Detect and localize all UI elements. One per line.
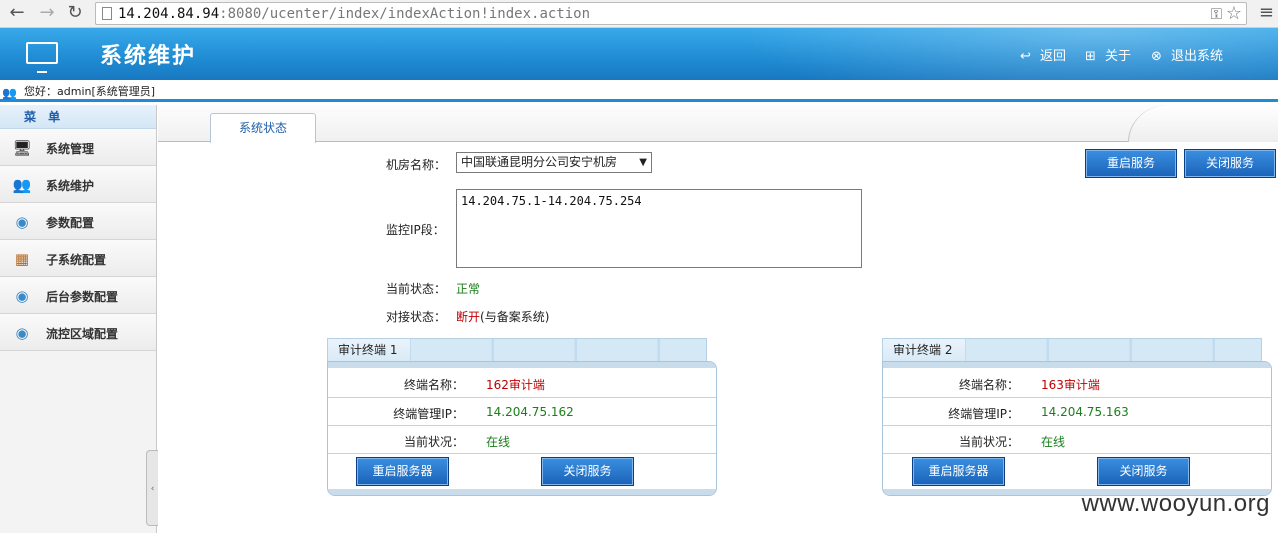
current-status-label: 当前状态： [386,282,447,296]
monitor-icon: 🖥 [12,139,32,157]
disc-icon: ◉ [15,287,29,305]
current-status-value: 正常 [456,282,481,296]
disc-icon: ◉ [15,324,29,342]
key-icon[interactable]: ⚿ [1211,5,1222,23]
sidebar-item-flow-control-config[interactable]: ◉ 流控区域配置 [0,314,156,351]
link-status-suffix: (与备案系统) [480,310,550,324]
sidebar-item-parameter-config[interactable]: ◉ 参数配置 [0,203,156,240]
sidebar-item-backend-param-config[interactable]: ◉ 后台参数配置 [0,277,156,314]
sidebar-item-system-maintenance[interactable]: 👥 系统维护 [0,166,156,203]
terminal-panel-2: 审计终端 2 终端名称： 163审计端 终端管理IP： 14.204.75.16… [882,338,1272,500]
toolbox-icon: ▦ [14,250,30,268]
about-link[interactable]: ⊞ 关于 [1085,45,1131,64]
address-bar[interactable]: 14.204.84.94:8080/ucenter/index/indexAct… [95,2,1247,25]
ip-range-textarea[interactable]: 14.204.75.1-14.204.75.254 [456,189,862,268]
table-row: 终端名称： 163审计端 [958,378,1100,392]
sidebar: 菜 单 🖥 系统管理 👥 系统维护 ◉ 参数配置 ▦ 子系统配置 ◉ 后台参数配… [0,105,157,533]
ip-range-label: 监控IP段： [386,223,445,237]
sidebar-item-system-management[interactable]: 🖥 系统管理 [0,129,156,166]
room-name-label: 机房名称： [386,158,447,172]
sidebar-heading: 菜 单 [0,105,156,129]
link-status-value: 断开 [456,310,481,324]
monitor-icon [26,42,58,73]
logout-link[interactable]: ⊗ 退出系统 [1151,45,1223,64]
link-status-label: 对接状态： [386,310,447,324]
sidebar-item-subsystem-config[interactable]: ▦ 子系统配置 [0,240,156,277]
greeting-bar: 👥 您好：admin[系统管理员] [0,80,1278,102]
browser-toolbar: ← → ↻ 14.204.84.94:8080/ucenter/index/in… [0,0,1278,28]
stop-service-button[interactable]: 关闭服务 [1184,149,1276,178]
app-header: 系统维护 ↩ 返回 ⊞ 关于 ⊗ 退出系统 [0,28,1278,80]
sidebar-collapse-toggle[interactable]: ‹ [146,450,158,526]
disc-icon: ◉ [15,213,29,231]
back-arrow-icon[interactable]: ← [6,3,28,25]
link-status: 断开(与备案系统) [456,308,549,325]
tab-system-status[interactable]: 系统状态 [210,113,316,143]
back-link[interactable]: ↩ 返回 [1020,45,1066,64]
table-row: 终端管理IP： 14.204.75.163 [883,397,1271,425]
table-row: 终端名称： 162审计端 [403,378,545,392]
table-row: 当前状况： 在线 [328,425,716,453]
restart-service-button[interactable]: 重启服务 [1085,149,1177,178]
greeting-text: 您好：admin[系统管理员] [24,85,156,98]
url-text: 14.204.84.94:8080/ucenter/index/indexAct… [118,6,591,22]
table-row: 当前状况： 在线 [883,425,1271,453]
page-title: 系统维护 [100,43,197,69]
windows-icon: ⊞ [1085,49,1096,64]
terminal-title: 审计终端 2 [883,339,965,361]
page-icon [102,7,112,20]
restart-server-button[interactable]: 重启服务器 [356,457,449,486]
table-row: 终端管理IP： 14.204.75.162 [328,397,716,425]
bookmark-star-icon[interactable]: ☆ [1226,3,1242,24]
back-icon: ↩ [1020,49,1031,64]
close-circle-icon: ⊗ [1151,49,1162,64]
room-select[interactable]: 中国联通昆明分公司安宁机房 ▼ [456,152,652,173]
browser-menu-icon[interactable]: ≡ [1259,2,1274,23]
terminal-title: 审计终端 1 [328,339,410,361]
dropdown-arrow-icon: ▼ [639,157,647,168]
forward-arrow-icon[interactable]: → [36,3,58,25]
stop-service-button[interactable]: 关闭服务 [1097,457,1190,486]
stop-service-button[interactable]: 关闭服务 [541,457,634,486]
tab-strip: 系统状态 [158,105,1278,143]
users-icon: 👥 [12,176,32,194]
watermark: www.wooyun.org [1081,490,1270,517]
terminal-panel-1: 审计终端 1 终端名称： 162审计端 终端管理IP： 14.204.75.16… [327,338,717,500]
restart-server-button[interactable]: 重启服务器 [912,457,1005,486]
users-icon: 👥 [2,86,17,100]
reload-icon[interactable]: ↻ [64,3,86,25]
